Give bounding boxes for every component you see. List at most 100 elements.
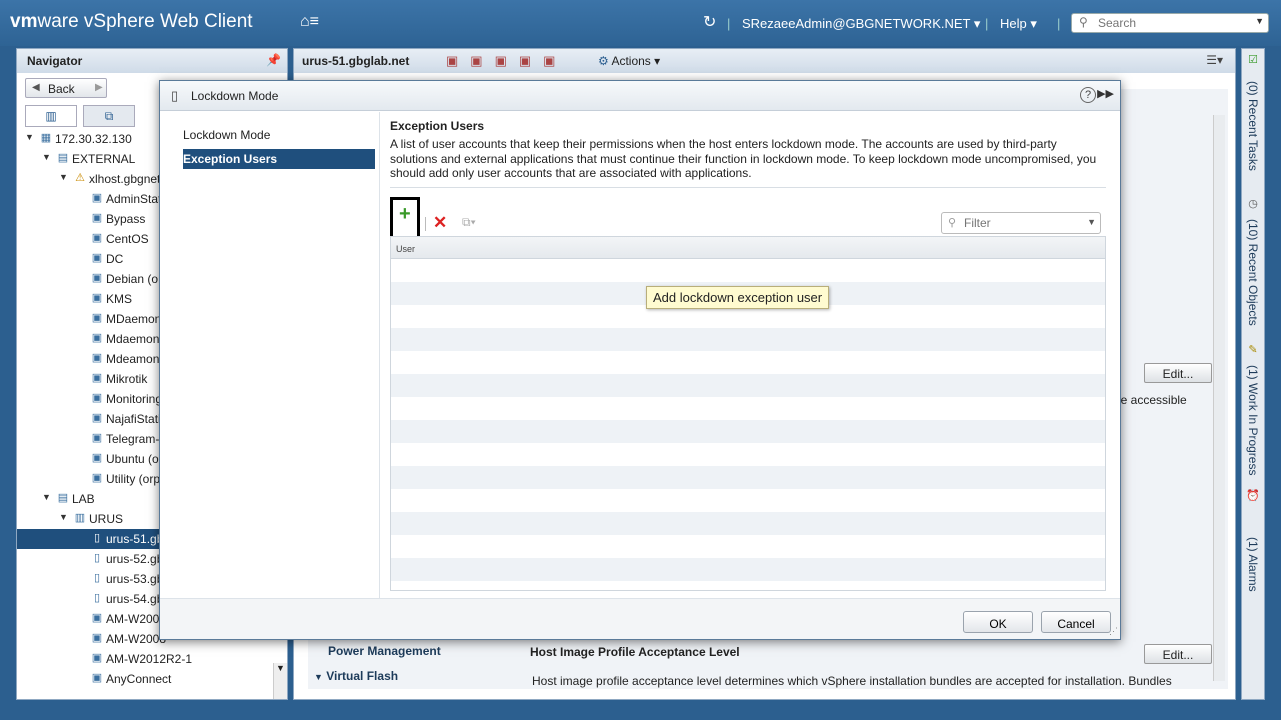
expand-toggle-icon[interactable]: ▼: [59, 512, 68, 522]
back-label: Back: [48, 82, 75, 96]
expand-toggle-icon[interactable]: ▼: [42, 152, 51, 162]
host-icon: ▯: [171, 88, 179, 103]
global-search[interactable]: ⚲ ▼: [1071, 13, 1269, 33]
tree-item-label: Ubuntu (o: [106, 452, 159, 466]
vm-icon: ▣: [91, 252, 103, 264]
scroll-down-icon[interactable]: ▼: [273, 663, 287, 699]
tree-item[interactable]: ▣ AnyConnect: [17, 669, 287, 689]
vm-icon: ▣: [91, 672, 103, 684]
edit-button[interactable]: Edit...: [1144, 644, 1212, 664]
host-title: urus-51.gbglab.net: [302, 54, 410, 68]
tree-item-label: urus-53.gb: [106, 572, 164, 586]
nav-exception-users[interactable]: Exception Users: [183, 149, 375, 169]
vm-icon: ▣: [91, 652, 103, 664]
table-row[interactable]: [391, 558, 1105, 581]
table-row[interactable]: [391, 535, 1105, 558]
table-row[interactable]: [391, 420, 1105, 443]
grid-header: User: [391, 237, 1105, 259]
dialog-body: Exception Users A list of user accounts …: [390, 119, 1106, 595]
table-row[interactable]: [391, 351, 1105, 374]
table-row[interactable]: [391, 489, 1105, 512]
tree-item-label: LAB: [72, 492, 95, 506]
pin-icon[interactable]: 📌: [266, 53, 281, 67]
expand-toggle-icon[interactable]: ▼: [59, 172, 68, 182]
tree-item-label: Debian (o: [106, 272, 159, 286]
navigator-title: Navigator: [27, 54, 83, 68]
chevron-down-icon[interactable]: ▼: [1255, 16, 1264, 26]
tree-item-label: AM-W2008: [106, 612, 167, 626]
dialog-nav: Lockdown Mode Exception Users: [160, 112, 380, 598]
search-input[interactable]: [1098, 16, 1248, 30]
host-icon: ▯: [93, 552, 101, 564]
right-rail: ☑ (0) Recent Tasks ◷ (10) Recent Objects…: [1241, 48, 1265, 700]
home-menu-icon[interactable]: ⌂≡: [300, 13, 319, 31]
host-icon: ▯: [93, 532, 101, 544]
tasks-icon: ☑: [1248, 54, 1258, 66]
recent-objects-tab[interactable]: (10) Recent Objects: [1246, 219, 1260, 326]
chevron-down-icon[interactable]: ▼: [1087, 217, 1096, 227]
resize-grip-icon[interactable]: ⋰: [1109, 626, 1118, 637]
search-icon: ⚲: [1079, 15, 1088, 29]
help-icon[interactable]: ?: [1080, 87, 1096, 103]
filter-field[interactable]: ⚲ ▼: [941, 212, 1101, 234]
work-in-progress-tab[interactable]: (1) Work In Progress: [1246, 365, 1260, 475]
tree-item[interactable]: ▣ AM-W2012R2-1: [17, 649, 287, 669]
refresh-icon[interactable]: ↻: [703, 12, 716, 32]
layout-menu-icon[interactable]: ☰▾: [1206, 53, 1223, 67]
table-row[interactable]: [391, 374, 1105, 397]
toolbar-separator: [425, 217, 426, 231]
dialog-title: Lockdown Mode: [191, 89, 279, 103]
vm-icon: ▣: [91, 472, 103, 484]
filter-input[interactable]: [964, 216, 1082, 230]
expand-toggle-icon[interactable]: ▼: [42, 492, 51, 502]
alarms-tab[interactable]: (1) Alarms: [1246, 537, 1260, 592]
tree-item-label: Utility (orp: [106, 472, 161, 486]
main-scrollbar[interactable]: [1213, 115, 1225, 681]
forward-arrow-icon[interactable]: ▶: [91, 78, 109, 98]
table-row[interactable]: [391, 443, 1105, 466]
vm-icon: ▣: [91, 452, 103, 464]
note-icon: ✎: [1248, 344, 1258, 356]
copy-icon[interactable]: ⧉▾: [462, 215, 476, 230]
divider: [390, 187, 1106, 188]
vm-icon: ▣: [91, 612, 103, 624]
nav-virtual-flash[interactable]: ▼ Virtual Flash: [314, 669, 398, 683]
cancel-button[interactable]: Cancel: [1041, 611, 1111, 633]
tree-item-label: AM-W2012R2-1: [106, 652, 193, 666]
tree-item-label: Monitoring: [106, 392, 163, 406]
vm-icon: ▣: [91, 432, 103, 444]
separator: |: [1057, 16, 1061, 31]
edit-button[interactable]: Edit...: [1144, 363, 1212, 383]
recent-tasks-tab[interactable]: (0) Recent Tasks: [1246, 81, 1260, 171]
nav-power-management[interactable]: Power Management: [328, 644, 441, 658]
column-user[interactable]: User: [396, 244, 415, 254]
vsphere-logo[interactable]: vmware vSphere Web Client: [10, 11, 253, 33]
host-action-icons[interactable]: ▣▣▣▣▣: [446, 53, 567, 69]
table-row[interactable]: [391, 512, 1105, 535]
expand-toggle-icon[interactable]: ▼: [25, 132, 34, 142]
profile-description: Host image profile acceptance level dete…: [532, 674, 1172, 688]
tree-item-label: Bypass: [106, 212, 146, 226]
tab-vms-templates[interactable]: ⧉: [83, 105, 135, 127]
ok-button[interactable]: OK: [963, 611, 1033, 633]
table-row[interactable]: [391, 466, 1105, 489]
vm-icon: ▣: [91, 232, 103, 244]
virtual-flash-label: Virtual Flash: [326, 669, 399, 683]
table-row[interactable]: [391, 397, 1105, 420]
vm-icon: ▣: [91, 332, 103, 344]
tree-item-label: Mikrotik: [106, 372, 148, 386]
table-row[interactable]: [391, 328, 1105, 351]
delete-icon[interactable]: ✕: [433, 213, 447, 233]
user-menu[interactable]: SRezaeeAdmin@GBGNETWORK.NET ▾: [742, 16, 980, 32]
host-icon: ▯: [93, 572, 101, 584]
navigator-header: Navigator 📌: [17, 49, 287, 73]
tree-item-label: AM-W2008: [106, 632, 167, 646]
table-row[interactable]: [391, 259, 1105, 282]
nav-lockdown-mode[interactable]: Lockdown Mode: [183, 125, 375, 145]
back-arrow-icon: ◀: [32, 82, 40, 93]
tab-hosts-clusters[interactable]: ▥: [25, 105, 77, 127]
expand-icon[interactable]: ▶▶: [1097, 87, 1114, 100]
help-menu[interactable]: Help ▾: [1000, 16, 1037, 32]
actions-menu[interactable]: ⚙ Actions ▾: [598, 54, 660, 68]
tree-item-label: urus-51.gb: [106, 532, 164, 546]
